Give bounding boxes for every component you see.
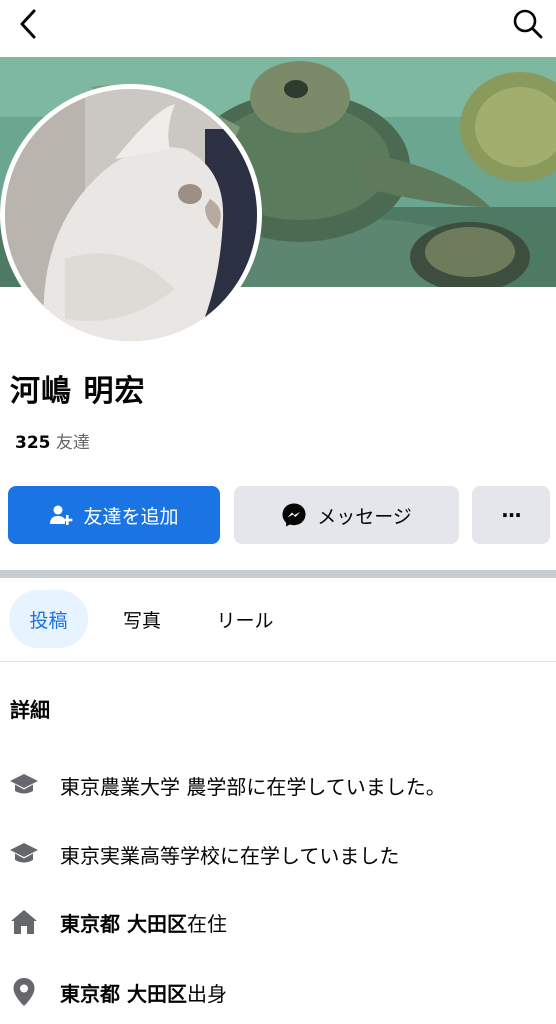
message-label: メッセージ (317, 505, 412, 528)
detail-city-link[interactable]: 東京都 大田区 (60, 912, 187, 936)
detail-item-education-university: 東京農業大学 農学部に在学していました。 (0, 765, 556, 805)
more-options-button[interactable]: ··· (472, 486, 550, 544)
location-pin-icon (8, 976, 40, 1008)
detail-text: 東京農業大学 農学部に在学していました。 (60, 774, 446, 799)
add-friend-label: 友達を追加 (83, 505, 179, 528)
detail-text-wrapper: 東京都 大田区在住 (60, 908, 227, 937)
add-friend-button[interactable]: 友達を追加 (8, 486, 220, 544)
home-icon (8, 906, 40, 938)
detail-item-current-city: 東京都 大田区在住 (0, 902, 556, 942)
detail-item-hometown: 東京都 大田区出身 (0, 972, 556, 1012)
tabs-divider (0, 661, 556, 662)
friends-number: 325 (15, 433, 51, 453)
detail-item-education-highschool: 東京実業高等学校に在学していました (0, 834, 556, 874)
detail-suffix: 在住 (186, 911, 227, 936)
cockatiel-photo (5, 89, 257, 341)
back-button[interactable] (10, 6, 46, 42)
add-user-icon (49, 503, 73, 527)
detail-text-wrapper: 東京都 大田区出身 (60, 978, 227, 1007)
chevron-left-icon (20, 9, 36, 39)
profile-tabs: 投稿 写真 リール (0, 590, 556, 650)
message-button[interactable]: メッセージ (234, 486, 459, 544)
graduation-cap-icon (8, 838, 40, 870)
tab-posts[interactable]: 投稿 (9, 590, 88, 648)
top-bar (0, 0, 556, 56)
tab-reels[interactable]: リール (205, 590, 285, 648)
detail-text: 東京実業高等学校に在学していました (60, 843, 400, 868)
section-divider (0, 570, 556, 578)
graduation-cap-icon (8, 769, 40, 801)
detail-hometown-link[interactable]: 東京都 大田区 (60, 982, 187, 1006)
tab-photos[interactable]: 写真 (108, 590, 176, 648)
friends-label: 友達 (55, 433, 90, 453)
detail-suffix: 出身 (186, 981, 227, 1006)
profile-name: 河嶋 明宏 (10, 374, 146, 409)
more-options-label: ··· (501, 503, 522, 527)
search-icon (513, 9, 543, 39)
messenger-icon (281, 502, 307, 528)
friends-count[interactable]: 325 友達 (15, 428, 90, 453)
search-button[interactable] (510, 6, 546, 42)
details-title: 詳細 (10, 698, 50, 722)
profile-avatar[interactable] (0, 84, 262, 346)
